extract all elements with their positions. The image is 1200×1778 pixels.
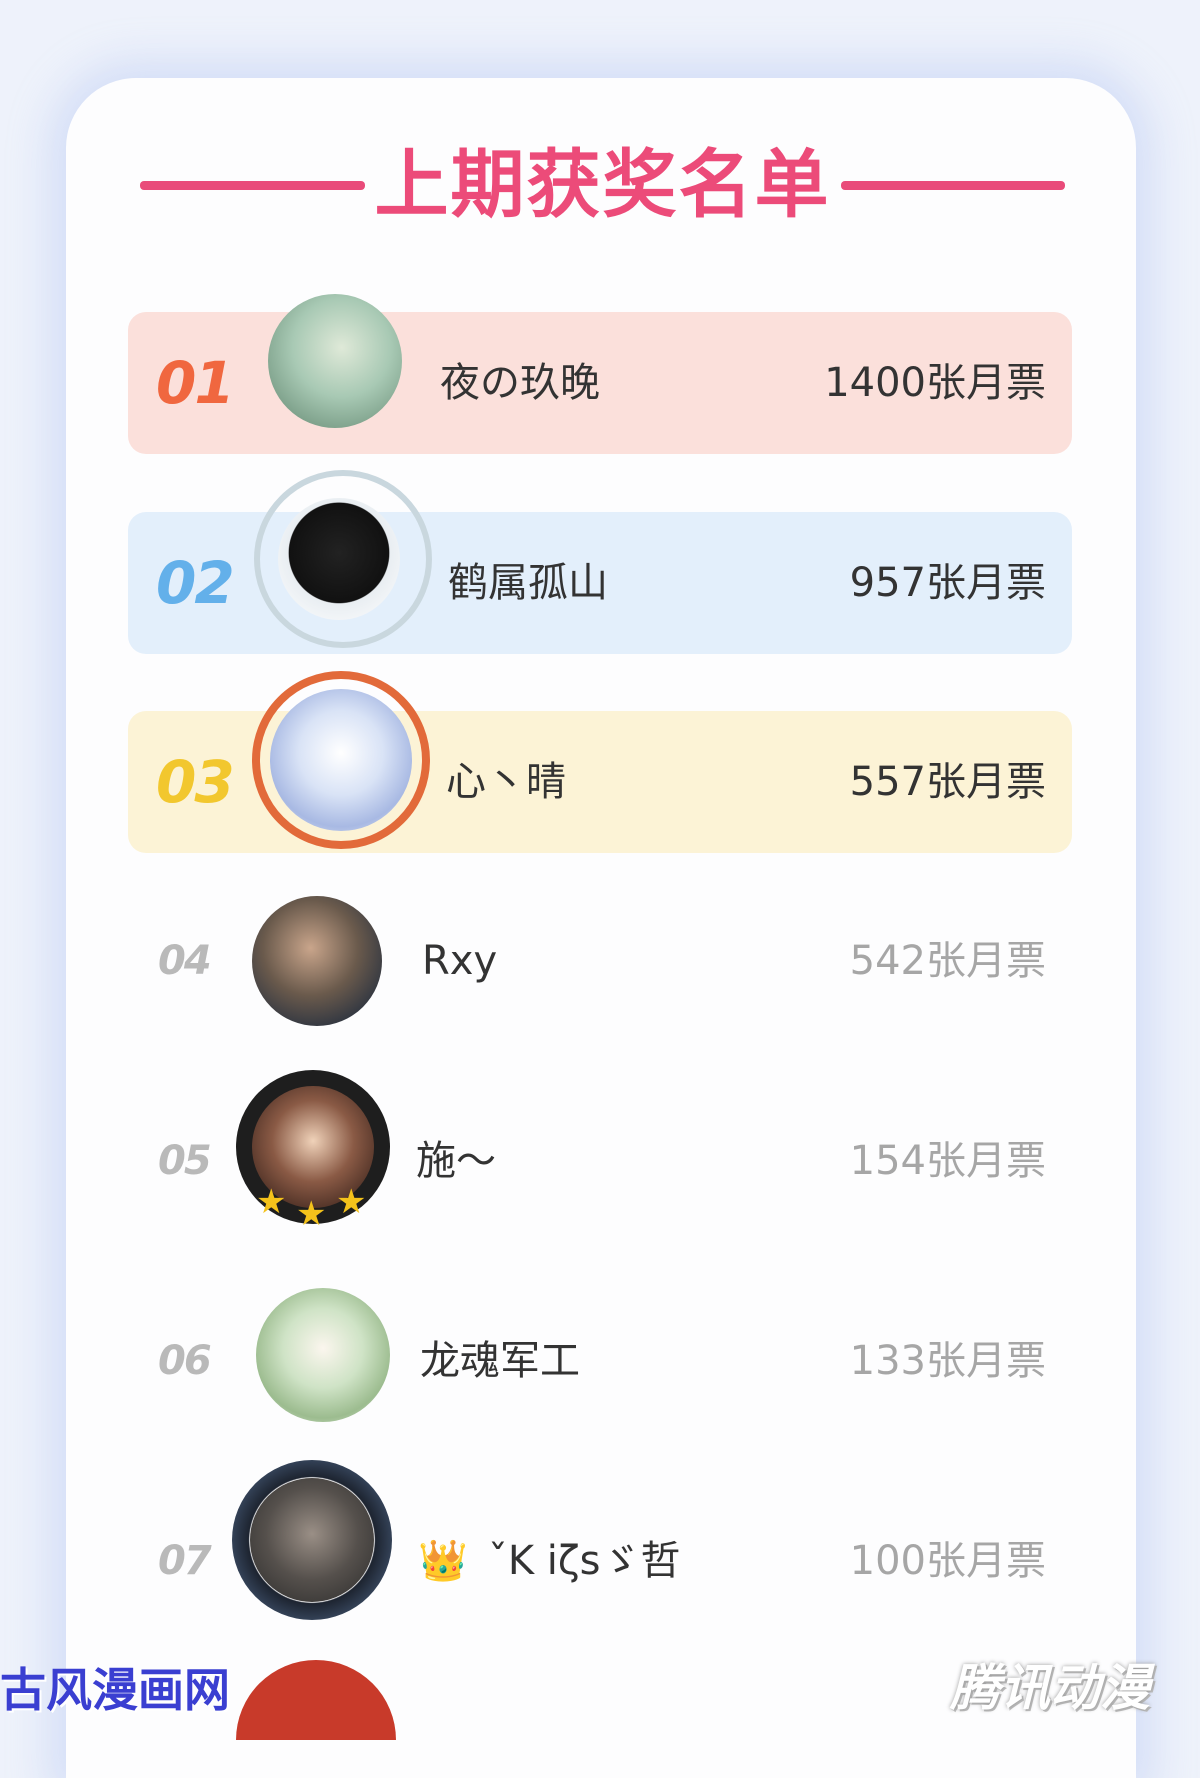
watermark-right: 腾讯动漫	[950, 1659, 1150, 1717]
rank-number: 01	[156, 349, 235, 417]
list-item[interactable]: 07 👑 ˇK iζsゞ哲 100张月票	[128, 1460, 1072, 1632]
username: 心丶晴	[446, 759, 566, 805]
rank-number: 04	[158, 938, 212, 984]
avatar[interactable]	[278, 498, 400, 620]
list-item[interactable]: 04 Rxy 542张月票	[128, 890, 1072, 1032]
rank-number: 02	[156, 549, 235, 617]
rank-number: 05	[158, 1138, 212, 1184]
crown-icon: 👑	[418, 1538, 468, 1584]
avatar[interactable]	[250, 1478, 374, 1602]
list-item[interactable]: 06 龙魂军工 133张月票	[128, 1288, 1072, 1432]
vote-count: 154张月票	[849, 1138, 1046, 1184]
avatar[interactable]	[270, 689, 412, 831]
avatar[interactable]	[252, 896, 382, 1026]
username: Rxy	[422, 938, 498, 984]
watermark-left: 古风漫画网	[0, 1663, 230, 1717]
section-title: 上期获奖名单	[140, 140, 1065, 230]
username: 鹤属孤山	[448, 560, 608, 606]
page-title: 上期获奖名单	[374, 142, 831, 228]
list-item[interactable]: 02 鹤属孤山 957张月票	[128, 470, 1072, 654]
star-icon: ★	[256, 1182, 287, 1222]
username: 夜の玖晚	[440, 360, 600, 406]
vote-count: 100张月票	[849, 1538, 1046, 1584]
vote-count: 133张月票	[849, 1338, 1046, 1384]
title-line-left	[140, 180, 365, 190]
list-item[interactable]: 03 心丶晴 557张月票	[128, 671, 1072, 853]
avatar[interactable]	[268, 294, 402, 428]
rank-number: 07	[158, 1538, 212, 1584]
username: 👑 ˇK iζsゞ哲	[418, 1490, 680, 1632]
vote-count: 1400张月票	[824, 360, 1046, 406]
rank-number: 06	[158, 1338, 212, 1384]
vote-count: 542张月票	[849, 938, 1046, 984]
list-item[interactable]: 05 ★ ★ ★ 施～ 154张月票	[128, 1070, 1072, 1234]
username: 龙魂军工	[420, 1338, 580, 1384]
vote-count: 557张月票	[849, 759, 1046, 805]
title-line-right	[840, 180, 1065, 190]
star-icon: ★	[296, 1194, 327, 1234]
rank-number: 03	[156, 748, 235, 816]
avatar[interactable]	[256, 1288, 390, 1422]
vote-count: 957张月票	[849, 560, 1046, 606]
star-icon: ★	[336, 1182, 367, 1222]
username-text: ˇK iζsゞ哲	[487, 1538, 681, 1584]
list-item[interactable]: 01 夜の玖晚 1400张月票	[128, 294, 1072, 454]
username: 施～	[416, 1138, 496, 1184]
